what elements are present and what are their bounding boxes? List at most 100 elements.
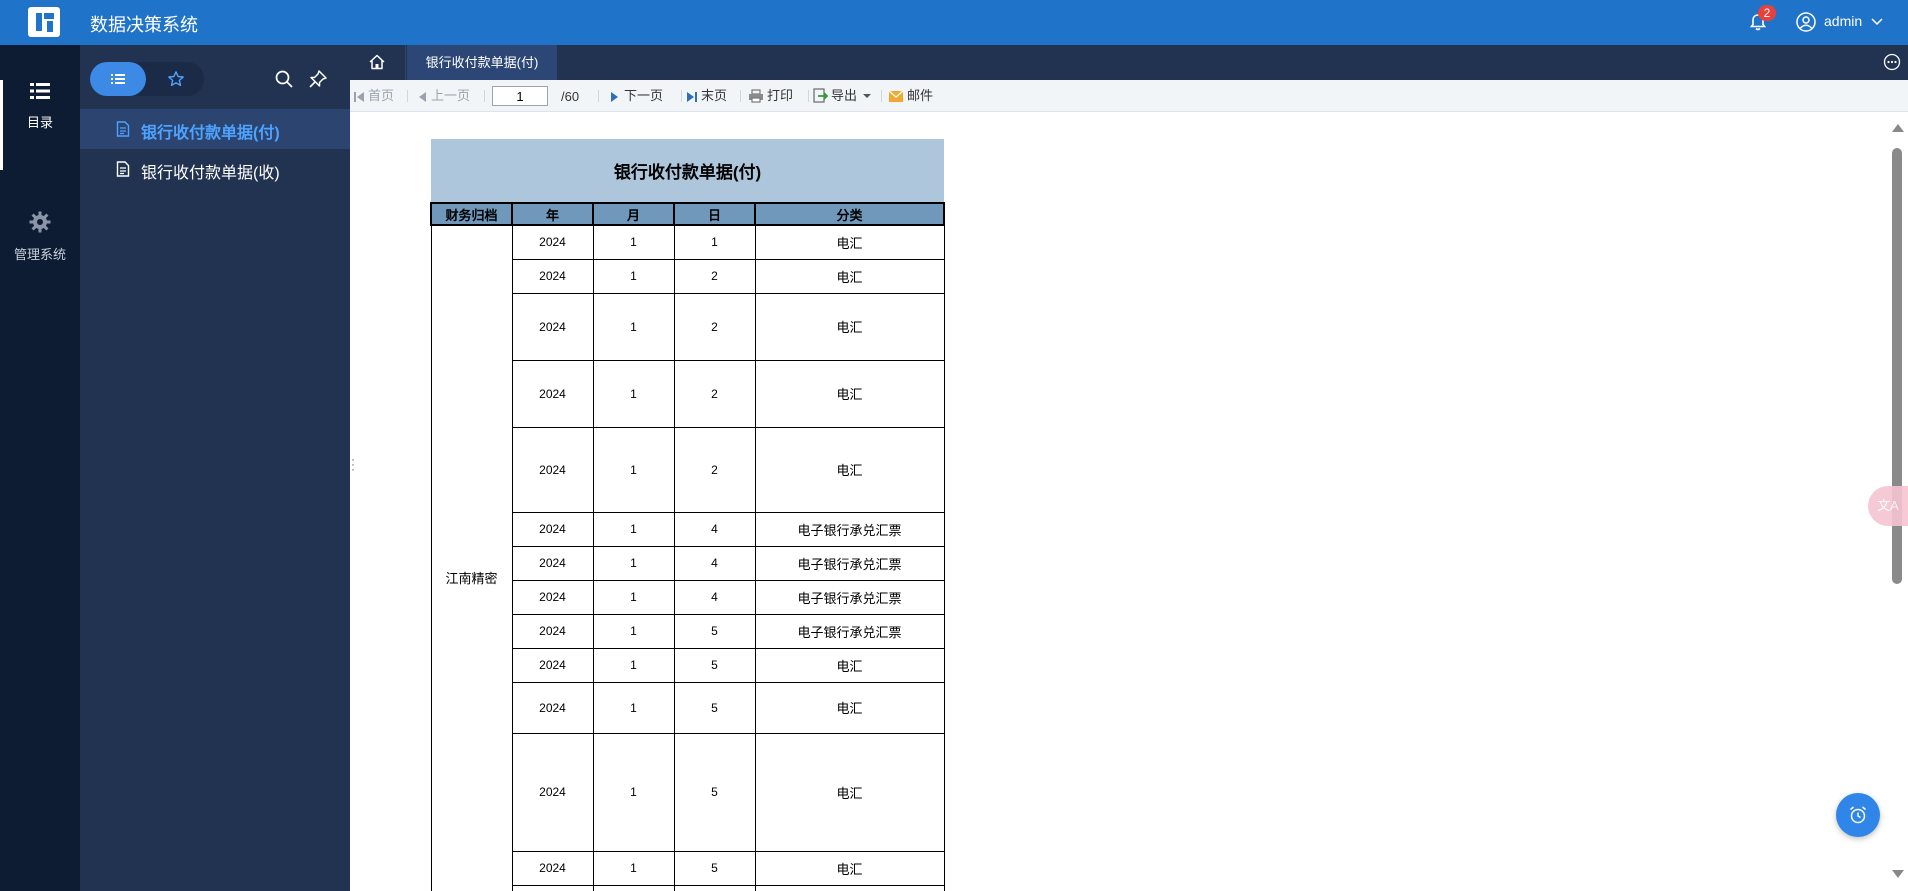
favorites-button[interactable] (148, 62, 204, 96)
category-cell: 电汇 (754, 426, 945, 513)
day-cell: 2 (673, 292, 756, 361)
year-cell: 2024 (511, 224, 594, 260)
toolbar-divider (740, 90, 741, 102)
day-cell: 5 (673, 613, 756, 649)
username[interactable]: admin (1824, 13, 1862, 29)
tree-item-label: 银行收付款单据(付) (141, 125, 280, 142)
next-page-icon (611, 92, 618, 102)
export-icon (813, 88, 829, 103)
toolbar-divider (598, 90, 599, 102)
month-cell: 1 (592, 850, 675, 886)
category-cell: 电汇 (754, 224, 945, 260)
page-number-input[interactable] (492, 86, 548, 106)
month-cell (592, 884, 675, 891)
table-row: 江南精密 2024 1 1 电汇 (430, 224, 945, 891)
rail-item-catalog[interactable]: 目录 (0, 80, 80, 170)
page-total: /60 (561, 89, 580, 104)
tab-home[interactable] (350, 45, 406, 80)
category-cell: 电子银行承兑汇票 (754, 613, 945, 649)
year-cell (511, 884, 594, 891)
scroll-down-arrow[interactable] (1892, 870, 1904, 878)
translate-icon[interactable]: 文A (1868, 486, 1908, 526)
category-cell: 电子银行承兑汇票 (754, 511, 945, 547)
last-page-icon (687, 92, 697, 102)
pin-icon[interactable] (308, 69, 328, 89)
month-cell: 1 (592, 359, 675, 428)
more-icon[interactable] (1883, 53, 1901, 71)
month-cell: 1 (592, 224, 675, 260)
chevron-down-icon[interactable] (1870, 14, 1884, 28)
email-icon (888, 90, 904, 102)
month-cell: 1 (592, 292, 675, 361)
panel-splitter-handle[interactable]: · · · (351, 453, 355, 475)
user-avatar-icon[interactable] (1796, 12, 1816, 32)
month-cell: 1 (592, 258, 675, 294)
year-cell: 2024 (511, 732, 594, 852)
report-toolbar: 首页 上一页 /60 下一页 末页 打印 导出 邮件 (350, 80, 1908, 112)
tab-report[interactable]: 银行收付款单据(付) (407, 45, 557, 80)
tab-bar: 银行收付款单据(付) (350, 45, 1908, 80)
scroll-up-arrow[interactable] (1892, 124, 1904, 132)
alarm-button[interactable] (1836, 793, 1880, 837)
category-cell: 电汇 (754, 850, 945, 886)
tree-item-bank-receipt[interactable]: 银行收付款单据(收) (80, 149, 350, 189)
printer-icon (749, 89, 763, 103)
first-page-button[interactable]: 首页 (353, 88, 394, 106)
day-cell: 5 (673, 681, 756, 734)
table-header-row: 财务归档 年 月 日 分类 (430, 202, 945, 226)
next-page-button[interactable]: 下一页 (609, 88, 663, 106)
category-cell: 电汇 (754, 732, 945, 852)
day-cell: 5 (673, 732, 756, 852)
app-title: 数据决策系统 (90, 15, 198, 35)
notification-badge: 2 (1758, 5, 1776, 21)
toolbar-divider (407, 90, 408, 102)
column-header: 日 (673, 202, 756, 226)
month-cell: 1 (592, 647, 675, 683)
first-page-icon (354, 92, 364, 102)
app-logo (28, 7, 60, 37)
day-cell: 2 (673, 426, 756, 513)
home-icon (369, 54, 385, 70)
year-cell: 2024 (511, 545, 594, 581)
column-header: 财务归档 (430, 202, 513, 226)
month-cell: 1 (592, 511, 675, 547)
toolbar-divider (484, 90, 485, 102)
search-icon[interactable] (274, 69, 294, 89)
export-button[interactable]: 导出 (813, 88, 874, 106)
category-cell: 电汇 (754, 359, 945, 428)
toolbar-divider (808, 90, 809, 102)
year-cell: 2024 (511, 681, 594, 734)
prev-page-icon (419, 92, 426, 102)
list-icon (111, 74, 125, 84)
tree-item-bank-payment[interactable]: 银行收付款单据(付) (80, 109, 350, 149)
report-table: 银行收付款单据(付) 财务归档 年 月 日 分类 江南精密 2024 1 1 电… (430, 139, 945, 891)
month-cell: 1 (592, 613, 675, 649)
year-cell: 2024 (511, 359, 594, 428)
rail-item-management[interactable]: 管理系统 (0, 210, 80, 300)
prev-page-button[interactable]: 上一页 (416, 88, 470, 106)
print-button[interactable]: 打印 (748, 88, 793, 106)
top-bar: 数据决策系统 2 admin (0, 0, 1908, 45)
category-cell (754, 884, 945, 891)
directory-panel: 银行收付款单据(付) 银行收付款单据(收) (80, 45, 350, 891)
star-icon (168, 71, 184, 87)
day-cell (673, 884, 756, 891)
year-cell: 2024 (511, 613, 594, 649)
email-button[interactable]: 邮件 (888, 88, 933, 106)
category-cell: 电汇 (754, 258, 945, 294)
day-cell: 2 (673, 359, 756, 428)
last-page-button[interactable]: 末页 (686, 88, 727, 106)
year-cell: 2024 (511, 579, 594, 615)
year-cell: 2024 (511, 647, 594, 683)
month-cell: 1 (592, 579, 675, 615)
rail-label: 目录 (26, 115, 53, 130)
document-icon (116, 121, 130, 137)
year-cell: 2024 (511, 511, 594, 547)
day-cell: 2 (673, 258, 756, 294)
group-cell: 江南精密 (430, 224, 513, 891)
day-cell: 4 (673, 579, 756, 615)
nav-rail: 目录 管理系统 (0, 45, 80, 891)
gear-icon (29, 211, 51, 233)
toolbar-divider (881, 90, 882, 102)
list-view-button[interactable] (90, 62, 146, 96)
